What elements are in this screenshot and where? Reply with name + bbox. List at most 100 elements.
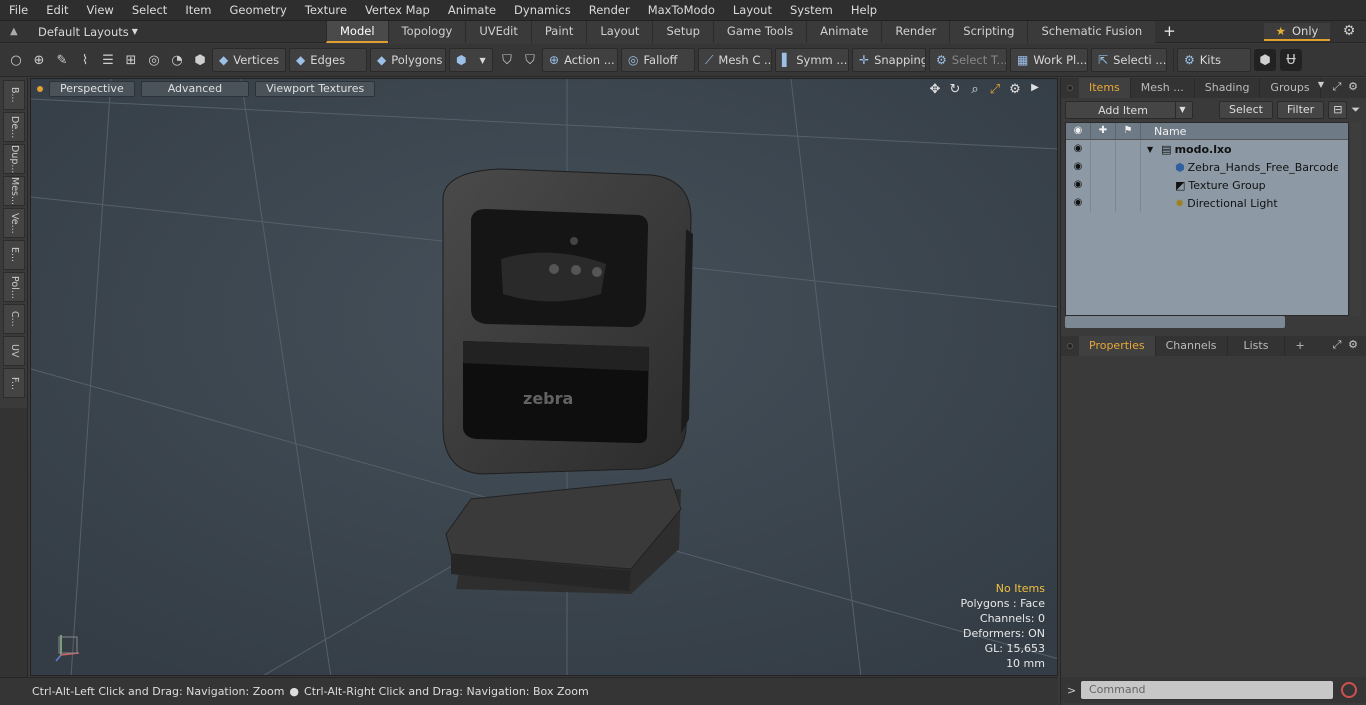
list-item[interactable]: ◉ ◩ Texture Group: [1066, 176, 1348, 194]
eye-icon[interactable]: ◉: [1066, 140, 1091, 158]
menu-texture[interactable]: Texture: [296, 0, 356, 21]
left-tab-deform[interactable]: De...: [3, 112, 25, 142]
kits-button[interactable]: ⚙ Kits: [1177, 48, 1251, 72]
rotate-view-icon[interactable]: ↻: [945, 82, 965, 97]
command-input[interactable]: Command: [1081, 681, 1333, 699]
chevron-down-icon[interactable]: ▼: [1313, 80, 1329, 94]
center-icon[interactable]: ⊞: [120, 49, 142, 71]
menu-edit[interactable]: Edit: [37, 0, 77, 21]
left-tab-uv[interactable]: UV: [3, 336, 25, 366]
panel-gear-icon[interactable]: ⚙: [1345, 80, 1361, 94]
left-tab-curve[interactable]: C...: [3, 304, 25, 334]
tab-setup[interactable]: Setup: [652, 21, 713, 43]
collapse-icon[interactable]: ⊟: [1328, 101, 1348, 119]
items-scrollbar[interactable]: [1351, 122, 1361, 316]
viewport-gear-icon[interactable]: ⚙: [1005, 82, 1025, 97]
pen-icon[interactable]: ✎: [51, 49, 73, 71]
action-center-button[interactable]: ⊕ Action ...: [542, 48, 618, 72]
layout-up-icon[interactable]: ▲: [10, 26, 24, 37]
funnel-icon[interactable]: ⏷: [1351, 103, 1360, 117]
tab-lists[interactable]: Lists: [1228, 336, 1286, 356]
menu-help[interactable]: Help: [842, 0, 886, 21]
tab-scripting[interactable]: Scripting: [949, 21, 1028, 43]
filter-button[interactable]: Filter: [1276, 101, 1325, 119]
gear-icon[interactable]: ⚙: [1340, 23, 1358, 41]
tab-schematic-fusion[interactable]: Schematic Fusion: [1027, 21, 1156, 43]
panel-menu-dot[interactable]: [1067, 85, 1073, 91]
material-mode-button[interactable]: ⬢ ▼: [449, 48, 493, 72]
vertices-button[interactable]: ◆ Vertices: [212, 48, 286, 72]
left-tab-mesh-edit[interactable]: Mes...: [3, 176, 25, 206]
snapping-button[interactable]: ✛ Snapping: [852, 48, 926, 72]
circle-select-icon[interactable]: ○: [5, 49, 27, 71]
list-item[interactable]: ◉ ▼ ▤ modo.lxo: [1066, 140, 1348, 158]
tab-items[interactable]: Items: [1079, 78, 1131, 98]
tab-model[interactable]: Model: [326, 21, 388, 43]
tab-animate[interactable]: Animate: [806, 21, 882, 43]
align-icon[interactable]: ☰: [97, 49, 119, 71]
symmetry-button[interactable]: ▌ Symm ...: [775, 48, 849, 72]
menu-dynamics[interactable]: Dynamics: [505, 0, 580, 21]
add-item-button[interactable]: Add Item ▼: [1065, 101, 1193, 119]
symmetry-y-icon[interactable]: ⛉: [519, 49, 541, 71]
falloff-button[interactable]: ◎ Falloff: [621, 48, 695, 72]
tab-shading[interactable]: Shading: [1195, 78, 1261, 98]
unity-icon[interactable]: ⬢: [1254, 49, 1276, 71]
expand-icon[interactable]: ⤢: [1329, 80, 1345, 94]
chevron-down-icon[interactable]: ▼: [1175, 102, 1189, 118]
viewport-textures-button[interactable]: Viewport Textures: [255, 81, 376, 97]
visibility-column-icon[interactable]: ◉: [1066, 122, 1091, 140]
menu-system[interactable]: System: [781, 0, 842, 21]
record-icon[interactable]: [1341, 682, 1357, 698]
left-tab-vertex[interactable]: Ve...: [3, 208, 25, 238]
play-arrow-icon[interactable]: ▶: [1025, 82, 1045, 97]
perspective-button[interactable]: Perspective: [49, 81, 135, 97]
select-through-button[interactable]: ⚙ Select T...: [929, 48, 1007, 72]
menu-select[interactable]: Select: [123, 0, 176, 21]
menu-file[interactable]: File: [0, 0, 37, 21]
tab-groups[interactable]: Groups: [1260, 78, 1321, 98]
selection-sets-button[interactable]: ⇱ Selecti ...: [1091, 48, 1167, 72]
symmetry-x-icon[interactable]: ⛉: [496, 49, 518, 71]
mesh-constraints-button[interactable]: ⟋ Mesh C ...: [698, 48, 772, 72]
menu-maxtomodo[interactable]: MaxToModo: [639, 0, 724, 21]
left-tab-fusion[interactable]: F...: [3, 368, 25, 398]
zoom-view-icon[interactable]: ⌕: [965, 82, 985, 97]
tab-paint[interactable]: Paint: [530, 21, 587, 43]
lock-column-icon[interactable]: ✚: [1091, 122, 1116, 140]
left-tab-duplicate[interactable]: Dup...: [3, 144, 25, 174]
expand-icon[interactable]: ⤢: [1329, 338, 1345, 352]
panel-menu-dot[interactable]: [1067, 343, 1073, 349]
tab-layout[interactable]: Layout: [586, 21, 653, 43]
tab-topology[interactable]: Topology: [387, 21, 466, 43]
tab-render[interactable]: Render: [881, 21, 950, 43]
work-plane-button[interactable]: ▦ Work Pl...: [1010, 48, 1088, 72]
add-panel-tab-icon[interactable]: +: [1285, 336, 1314, 356]
brush-icon[interactable]: ⌇: [74, 49, 96, 71]
eye-icon[interactable]: ◉: [1066, 194, 1091, 212]
item-mode-icon[interactable]: ⬢: [189, 49, 211, 71]
menu-item[interactable]: Item: [176, 0, 220, 21]
tab-channels[interactable]: Channels: [1156, 336, 1228, 356]
menu-view[interactable]: View: [78, 0, 123, 21]
menu-render[interactable]: Render: [580, 0, 639, 21]
move-view-icon[interactable]: ✥: [925, 82, 945, 97]
add-tab-icon[interactable]: +: [1155, 21, 1184, 43]
tab-mesh[interactable]: Mesh ...: [1131, 78, 1195, 98]
menu-geometry[interactable]: Geometry: [221, 0, 296, 21]
layouts-dropdown[interactable]: ▲ Default Layouts ▼: [0, 21, 160, 43]
tab-uvedit[interactable]: UVEdit: [465, 21, 531, 43]
expand-arrow-icon[interactable]: ▼: [1147, 145, 1153, 154]
only-toggle[interactable]: ★ Only: [1264, 23, 1330, 41]
polygons-button[interactable]: ◆ Polygons: [370, 48, 446, 72]
globe-icon[interactable]: ⊕: [28, 49, 50, 71]
unreal-icon[interactable]: Ʉ: [1280, 49, 1302, 71]
eye-icon[interactable]: ◉: [1066, 158, 1091, 176]
maximize-icon[interactable]: ⤢: [985, 82, 1005, 97]
frame-icon[interactable]: ◎: [143, 49, 165, 71]
left-tab-basic[interactable]: B...: [3, 80, 25, 110]
timer-icon[interactable]: ◔: [166, 49, 188, 71]
list-item[interactable]: ◉ ⬢ Zebra_Hands_Free_Barcode ...: [1066, 158, 1348, 176]
panel-gear-icon[interactable]: ⚙: [1345, 338, 1361, 352]
menu-layout[interactable]: Layout: [724, 0, 781, 21]
